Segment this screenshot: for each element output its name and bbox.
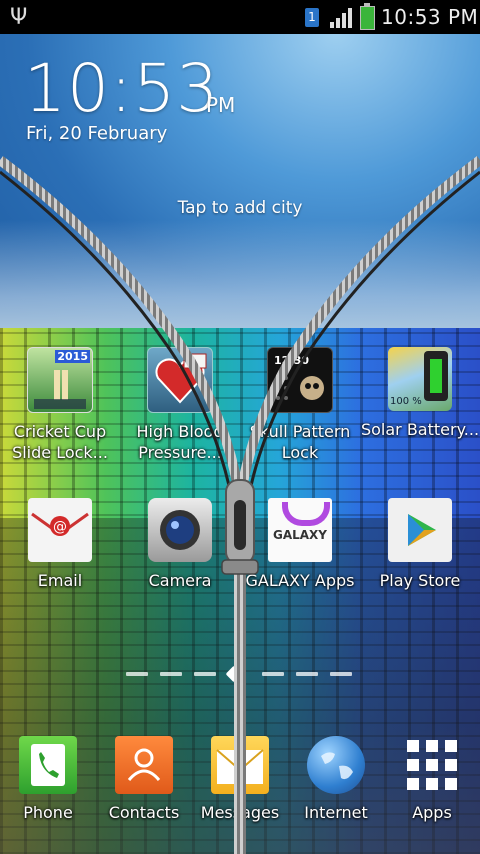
app-label: Messages	[200, 803, 280, 822]
signal-icon	[330, 8, 354, 28]
cricket-icon: 2015	[27, 347, 93, 413]
app-label: Solar Battery...	[360, 420, 480, 439]
galaxy-badge: GALAXY	[272, 528, 327, 542]
dock-phone[interactable]: Phone	[0, 736, 96, 823]
app-high-blood-pressure[interactable]: High Blood Pressure...	[120, 347, 240, 463]
app-skull-pattern-lock[interactable]: 12:30 Skull Pattern Lock	[240, 347, 360, 463]
clock-date: Fri, 20 February	[26, 123, 168, 144]
camera-icon	[148, 498, 212, 562]
app-label: Phone	[23, 803, 73, 822]
sim-icon: 1	[305, 8, 319, 27]
weather-add-city[interactable]: Tap to add city	[0, 198, 480, 218]
dock-apps[interactable]: Apps	[384, 736, 480, 823]
app-camera[interactable]: Camera	[120, 498, 240, 591]
app-label: Internet	[304, 803, 368, 822]
phone-icon	[19, 736, 77, 794]
solar-badge: 100 %	[390, 396, 422, 407]
app-label: GALAXY Apps	[245, 571, 355, 590]
cricket-badge: 2015	[55, 350, 90, 363]
app-label: Cricket Cup Slide Lock...	[12, 422, 108, 462]
apps-grid-icon	[403, 736, 461, 794]
dock-contacts[interactable]: Contacts	[96, 736, 192, 823]
app-label: Play Store	[379, 571, 461, 590]
svg-text:@: @	[53, 519, 67, 535]
app-galaxy-apps[interactable]: GALAXY GALAXY Apps	[240, 498, 360, 591]
play-store-icon	[388, 498, 452, 562]
globe-icon	[307, 736, 365, 794]
app-solar-battery[interactable]: 100 % Solar Battery...	[360, 347, 480, 440]
app-label: Skull Pattern Lock	[249, 422, 351, 462]
app-label: High Blood Pressure...	[136, 422, 224, 462]
dock-internet[interactable]: Internet	[288, 736, 384, 823]
dock-messages[interactable]: Messages	[192, 736, 288, 823]
app-play-store[interactable]: Play Store	[360, 498, 480, 591]
app-cricket-cup[interactable]: 2015 Cricket Cup Slide Lock...	[0, 347, 120, 463]
app-email[interactable]: @ Email	[0, 498, 120, 591]
solar-battery-icon: 100 %	[388, 347, 452, 411]
contacts-icon	[115, 736, 173, 794]
battery-charging-icon	[360, 3, 375, 30]
clock-time[interactable]: 10:53	[24, 50, 219, 127]
app-label: Email	[37, 571, 83, 590]
clock-ampm: PM	[206, 93, 236, 117]
app-label: Apps	[412, 803, 452, 822]
page-indicator[interactable]	[120, 665, 360, 683]
email-icon: @	[28, 498, 92, 562]
skull-icon: 12:30	[267, 347, 333, 413]
app-label: Camera	[148, 571, 212, 590]
messages-icon	[211, 736, 269, 794]
status-bar: Ψ 1 10:53 PM	[0, 0, 480, 34]
heart-icon	[147, 347, 213, 413]
galaxy-apps-icon: GALAXY	[268, 498, 332, 562]
status-time: 10:53 PM	[381, 5, 479, 29]
app-label: Contacts	[108, 803, 180, 822]
usb-icon: Ψ	[10, 5, 28, 30]
